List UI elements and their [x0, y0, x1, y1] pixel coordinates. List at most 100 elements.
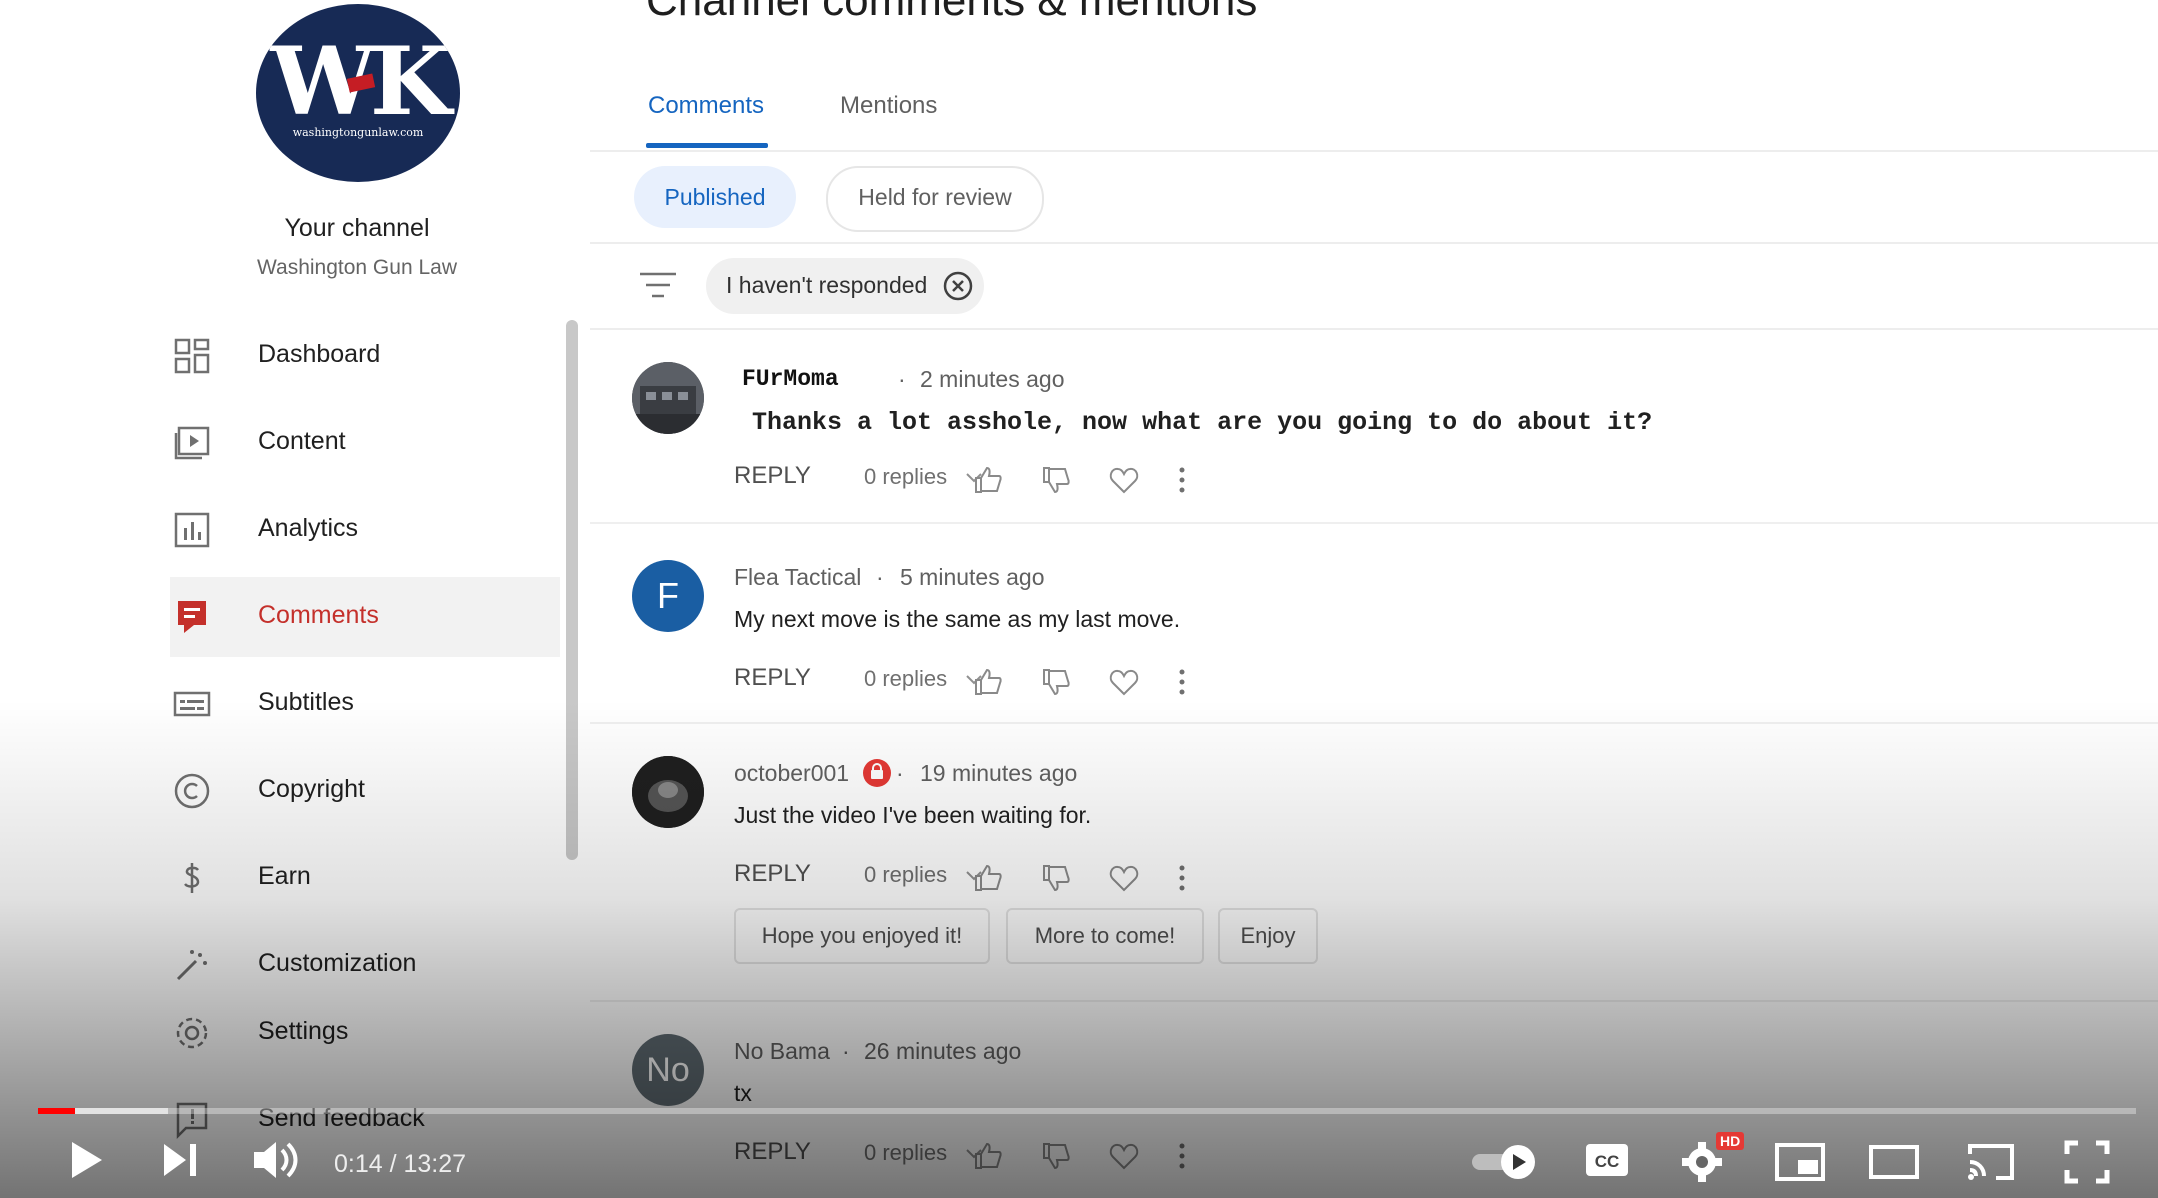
theater-mode-icon[interactable]: [1868, 1142, 1920, 1182]
captions-icon[interactable]: CC: [1584, 1140, 1630, 1180]
comment-author[interactable]: No Bama: [734, 1038, 830, 1065]
separator-dot: ·: [898, 366, 906, 392]
more-options-icon[interactable]: [1166, 862, 1198, 894]
filter-chip[interactable]: I haven't responded: [706, 258, 984, 314]
member-badge-icon: [863, 759, 891, 787]
more-options-icon[interactable]: [1166, 666, 1198, 698]
channel-avatar[interactable]: WK washingtongunlaw.com: [256, 4, 460, 182]
dislike-icon[interactable]: [1040, 862, 1072, 894]
comment-time[interactable]: 2 minutes ago: [920, 366, 1064, 393]
sidebar-item-analytics[interactable]: Analytics: [170, 490, 560, 570]
progress-bar[interactable]: [38, 1108, 2136, 1114]
comment-author[interactable]: Flea Tactical: [734, 564, 861, 591]
miniplayer-icon[interactable]: [1774, 1142, 1826, 1182]
settings-icon: [176, 1017, 208, 1049]
tab-comments[interactable]: Comments: [648, 92, 764, 120]
tab-mentions[interactable]: Mentions: [840, 92, 937, 120]
avatar[interactable]: No: [632, 1034, 704, 1106]
comment-author[interactable]: FUrMoma: [742, 366, 839, 392]
avatar-image: [632, 362, 704, 434]
heart-icon[interactable]: [1108, 464, 1140, 496]
filter-icon[interactable]: [638, 268, 678, 302]
cast-icon[interactable]: [1966, 1140, 2018, 1184]
divider: [590, 150, 2158, 152]
sidebar: WK washingtongunlaw.com Your channel Was…: [0, 0, 590, 1198]
sidebar-item-copyright[interactable]: Copyright: [170, 751, 560, 831]
avatar[interactable]: F: [632, 560, 704, 632]
play-icon[interactable]: [66, 1136, 108, 1184]
customization-icon: [176, 950, 207, 981]
sidebar-item-comments[interactable]: Comments: [170, 577, 560, 657]
progress-played: [38, 1108, 75, 1114]
separator-dot: ·: [876, 564, 884, 590]
avatar[interactable]: [632, 756, 704, 828]
heart-icon[interactable]: [1108, 666, 1140, 698]
sidebar-item-earn[interactable]: Earn: [170, 838, 560, 918]
fullscreen-icon[interactable]: [2064, 1140, 2110, 1184]
held-for-review-chip[interactable]: Held for review: [826, 166, 1044, 232]
dashboard-icon: [174, 338, 210, 374]
comment-time[interactable]: 5 minutes ago: [900, 564, 1044, 591]
dislike-icon[interactable]: [1040, 666, 1072, 698]
comment-text: Thanks a lot asshole, now what are you g…: [752, 408, 1653, 437]
replies-count: 0 replies: [864, 862, 948, 887]
like-icon[interactable]: [972, 862, 1004, 894]
replies-toggle[interactable]: 0 replies: [864, 862, 983, 888]
replies-toggle[interactable]: 0 replies: [864, 666, 983, 692]
heart-icon[interactable]: [1108, 862, 1140, 894]
volume-icon[interactable]: [250, 1136, 300, 1184]
avatar-letter: No: [646, 1051, 690, 1089]
quick-reply-button[interactable]: More to come!: [1006, 908, 1204, 964]
active-tab-indicator: [646, 143, 768, 148]
divider: [590, 242, 2158, 244]
logo-url: washingtongunlaw.com: [292, 126, 424, 139]
subtitles-icon: [173, 691, 211, 717]
comment-time[interactable]: 19 minutes ago: [920, 760, 1077, 787]
content-icon: [174, 426, 210, 460]
sidebar-item-label: Analytics: [258, 514, 359, 542]
comment-author[interactable]: october001: [734, 760, 849, 787]
avatar[interactable]: [632, 362, 704, 434]
sidebar-item-label: Dashboard: [258, 340, 381, 368]
quick-reply-button[interactable]: Enjoy: [1218, 908, 1318, 964]
reply-button[interactable]: REPLY: [734, 664, 811, 692]
analytics-icon: [174, 512, 210, 548]
avatar-letter: F: [657, 575, 679, 616]
comment-text: My next move is the same as my last move…: [734, 606, 1181, 632]
close-icon[interactable]: [942, 270, 974, 302]
separator-dot: ·: [842, 1038, 850, 1064]
like-icon[interactable]: [972, 464, 1004, 496]
dislike-icon[interactable]: [1040, 464, 1072, 496]
comment-actions: REPLY 0 replies: [734, 860, 1934, 900]
sidebar-scrollbar[interactable]: [566, 320, 578, 860]
hd-badge: HD: [1716, 1132, 1745, 1150]
comment-actions: REPLY 0 replies: [734, 664, 1934, 704]
filter-chip-label: I haven't responded: [726, 272, 928, 298]
replies-toggle[interactable]: 0 replies: [864, 464, 983, 490]
divider: [590, 1000, 2158, 1002]
frame-edge: [0, 0, 16, 1198]
quick-reply-button[interactable]: Hope you enjoyed it!: [734, 908, 990, 964]
more-options-icon[interactable]: [1166, 464, 1198, 496]
sidebar-item-label: Comments: [258, 601, 379, 629]
comment-text: tx: [734, 1080, 752, 1106]
divider: [590, 522, 2158, 524]
sidebar-item-label: Customization: [258, 949, 417, 977]
replies-count: 0 replies: [864, 464, 948, 489]
reply-button[interactable]: REPLY: [734, 462, 811, 490]
separator-dot: ·: [896, 760, 904, 786]
published-chip[interactable]: Published: [634, 166, 796, 228]
sidebar-item-settings[interactable]: Settings: [170, 993, 560, 1073]
sidebar-item-dashboard[interactable]: Dashboard: [170, 316, 560, 396]
comment-actions: REPLY 0 replies: [734, 462, 1934, 502]
sidebar-item-content[interactable]: Content: [170, 403, 560, 483]
sidebar-item-subtitles[interactable]: Subtitles: [170, 664, 560, 744]
divider: [590, 722, 2158, 724]
like-icon[interactable]: [972, 666, 1004, 698]
next-icon[interactable]: [160, 1136, 202, 1184]
player-controls: 0:14 / 13:27 CC HD: [0, 1130, 2158, 1198]
comment-time[interactable]: 26 minutes ago: [864, 1038, 1021, 1065]
comment-text: Just the video I've been waiting for.: [734, 802, 1092, 828]
autoplay-toggle[interactable]: [1470, 1142, 1540, 1182]
reply-button[interactable]: REPLY: [734, 860, 811, 888]
